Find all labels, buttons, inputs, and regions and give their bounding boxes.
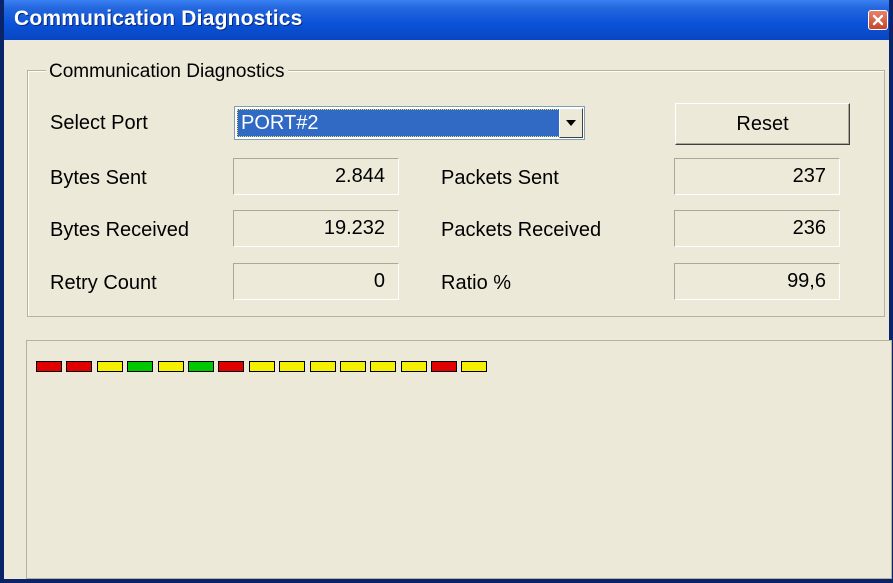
- packet-status-indicators: [36, 361, 492, 372]
- reset-button[interactable]: Reset: [675, 103, 850, 145]
- status-led-yellow: [370, 361, 397, 372]
- status-led-red: [66, 361, 93, 372]
- status-led-yellow: [400, 361, 427, 372]
- ratio-label: Ratio %: [441, 272, 512, 294]
- dropdown-arrow-button[interactable]: [559, 108, 583, 138]
- status-led-yellow: [461, 361, 488, 372]
- status-led-red: [36, 361, 62, 372]
- status-led-yellow: [157, 361, 184, 372]
- bytes-received-label: Bytes Received: [50, 219, 189, 241]
- port-select-value[interactable]: PORT#2: [237, 109, 570, 137]
- packets-received-field: 236: [674, 210, 840, 247]
- status-led-yellow: [279, 361, 306, 372]
- status-led-yellow: [309, 361, 336, 372]
- select-port-label: Select Port: [50, 112, 148, 134]
- ratio-field: 99,6: [674, 263, 840, 300]
- window-title: Communication Diagnostics: [14, 7, 303, 30]
- retry-count-label: Retry Count: [50, 272, 157, 294]
- status-indicator-panel: [26, 340, 892, 579]
- chevron-down-icon: [566, 120, 576, 126]
- status-led-green: [127, 361, 154, 372]
- status-led-red: [218, 361, 245, 372]
- status-led-yellow: [339, 361, 366, 372]
- bytes-sent-label: Bytes Sent: [50, 167, 147, 189]
- status-led-red: [431, 361, 458, 372]
- bytes-received-field: 19.232: [233, 210, 399, 247]
- port-select[interactable]: PORT#2: [234, 106, 585, 140]
- packets-sent-field: 237: [674, 158, 840, 195]
- retry-count-field: 0: [233, 263, 399, 300]
- packets-received-label: Packets Received: [441, 219, 602, 241]
- packets-sent-label: Packets Sent: [441, 167, 559, 189]
- dialog-window: Communication Diagnostics Communication …: [0, 0, 893, 583]
- close-icon: [872, 14, 884, 26]
- bytes-sent-field: 2.844: [233, 158, 399, 195]
- groupbox-legend: Communication Diagnostics: [46, 61, 288, 83]
- status-led-green: [187, 361, 214, 372]
- status-led-yellow: [248, 361, 275, 372]
- title-bar[interactable]: Communication Diagnostics: [4, 0, 889, 40]
- close-button[interactable]: [868, 10, 888, 30]
- status-led-yellow: [96, 361, 123, 372]
